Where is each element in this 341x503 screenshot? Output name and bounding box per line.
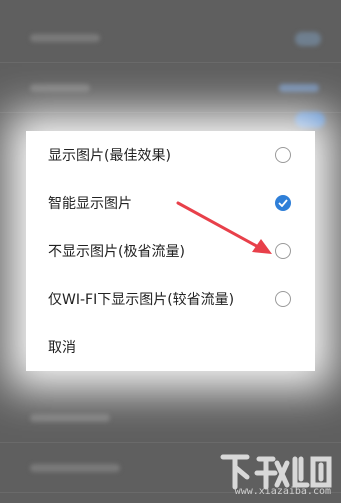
radio-unchecked-icon[interactable] [275, 243, 291, 259]
watermark-text: www.xiazaiba.com [234, 486, 331, 497]
image-display-dialog: 显示图片(最佳效果) 智能显示图片 不显示图片(极省流量) 仅WI-FI下显示图… [26, 131, 315, 371]
background-row [0, 62, 341, 113]
option-label: 显示图片(最佳效果) [48, 148, 171, 164]
radio-unchecked-icon[interactable] [275, 291, 291, 307]
background-toggle [295, 112, 325, 128]
cancel-button[interactable]: 取消 [26, 323, 315, 371]
cancel-label: 取消 [48, 340, 76, 356]
option-no-images[interactable]: 不显示图片(极省流量) [26, 227, 315, 275]
background-row [0, 392, 341, 443]
background-row [0, 12, 341, 63]
option-wifi-only[interactable]: 仅WI-FI下显示图片(较省流量) [26, 275, 315, 323]
checkmark-icon [278, 199, 288, 207]
radio-unchecked-icon[interactable] [275, 147, 291, 163]
radio-checked-icon[interactable] [275, 195, 291, 211]
option-label: 不显示图片(极省流量) [48, 244, 185, 260]
option-best-quality[interactable]: 显示图片(最佳效果) [26, 131, 315, 179]
option-smart-display[interactable]: 智能显示图片 [26, 179, 315, 227]
option-label: 仅WI-FI下显示图片(较省流量) [48, 292, 235, 308]
watermark-logo: www.xiazaiba.com [215, 449, 335, 499]
option-label: 智能显示图片 [48, 196, 132, 212]
